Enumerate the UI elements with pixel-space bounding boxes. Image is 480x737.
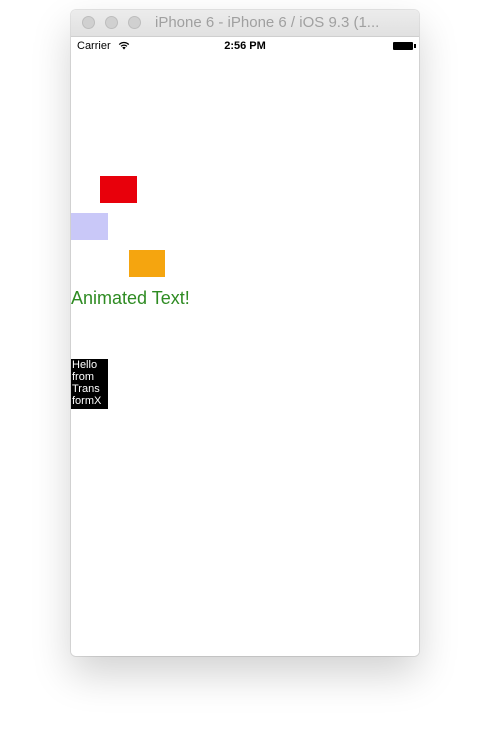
battery-icon xyxy=(393,42,416,50)
status-bar: Carrier 2:56 PM xyxy=(71,37,419,55)
transform-label-line: from xyxy=(72,371,94,383)
zoom-window-button[interactable] xyxy=(128,16,141,29)
device-screen: Carrier 2:56 PM Animated Text! Hello fro… xyxy=(71,37,419,656)
lavender-box xyxy=(71,213,108,240)
transform-label-line: formX xyxy=(72,395,102,407)
transform-label-line: Hello xyxy=(72,359,98,371)
red-box xyxy=(100,176,137,203)
transform-label: Hello from Trans formX xyxy=(71,359,108,409)
status-time: 2:56 PM xyxy=(224,40,266,52)
animated-text-label: Animated Text! xyxy=(71,288,190,308)
window-title: iPhone 6 - iPhone 6 / iOS 9.3 (1... xyxy=(155,14,380,31)
simulator-window: iPhone 6 - iPhone 6 / iOS 9.3 (1... Carr… xyxy=(71,10,419,656)
minimize-window-button[interactable] xyxy=(105,16,118,29)
orange-box xyxy=(129,250,165,277)
transform-label-line: Trans xyxy=(72,383,100,395)
close-window-button[interactable] xyxy=(82,16,95,29)
window-titlebar[interactable]: iPhone 6 - iPhone 6 / iOS 9.3 (1... xyxy=(71,10,419,37)
